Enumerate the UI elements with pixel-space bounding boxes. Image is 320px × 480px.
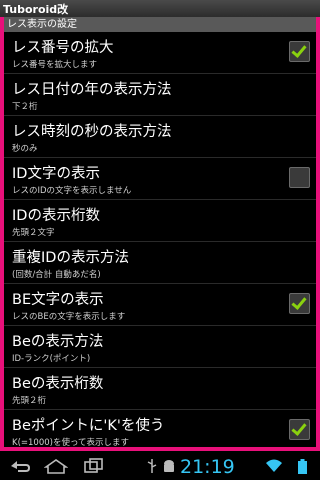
setting-title: レス時刻の秒の表示方法 — [12, 124, 172, 140]
setting-summary: (回数/合計 自動あだ名) — [12, 270, 101, 280]
recent-apps-icon[interactable] — [82, 458, 106, 474]
setting-title: Beの表示方法 — [12, 334, 104, 350]
setting-title: Beポイントに'K'を使う — [12, 418, 165, 434]
setting-title: BE文字の表示 — [12, 292, 104, 308]
setting-summary: 先頭２桁 — [12, 396, 47, 406]
setting-summary: レスのIDの文字を表示しません — [12, 186, 132, 196]
setting-summary: 下２桁 — [12, 102, 38, 112]
setting-row[interactable]: レス日付の年の表示方法 下２桁 — [4, 74, 316, 116]
app-title-bar: Tuboroid改 — [0, 0, 320, 18]
setting-row[interactable]: 重複IDの表示方法 (回数/合計 自動あだ名) — [4, 242, 316, 284]
setting-row[interactable]: BE文字の表示 レスのBEの文字を表示します — [4, 284, 316, 326]
setting-title: レス日付の年の表示方法 — [12, 82, 172, 98]
setting-title: レス番号の拡大 — [12, 40, 114, 56]
setting-summary: ID-ランク(ポイント) — [12, 354, 91, 364]
section-header: レス表示の設定 — [4, 17, 316, 32]
wifi-icon — [266, 459, 282, 472]
home-icon[interactable] — [44, 458, 68, 474]
setting-row[interactable]: IDの表示桁数 先頭２文字 — [4, 200, 316, 242]
setting-row[interactable]: レス時刻の秒の表示方法 秒のみ — [4, 116, 316, 158]
checkbox[interactable] — [289, 293, 310, 314]
system-nav-bar: 21:19 — [0, 452, 320, 480]
settings-list: レス番号の拡大 レス番号を拡大します レス日付の年の表示方法 下２桁 レス時刻の… — [4, 32, 316, 448]
setting-row[interactable]: Beの表示桁数 先頭２桁 — [4, 368, 316, 410]
usb-icon — [147, 459, 157, 473]
android-debug-icon — [164, 460, 174, 472]
setting-summary: レス番号を拡大します — [12, 60, 98, 70]
setting-title: IDの表示桁数 — [12, 208, 100, 224]
clock: 21:19 — [180, 456, 235, 478]
setting-summary: 先頭２文字 — [12, 228, 55, 238]
setting-title: Beの表示桁数 — [12, 376, 104, 392]
setting-row[interactable]: レス番号の拡大 レス番号を拡大します — [4, 32, 316, 74]
back-icon[interactable] — [8, 458, 32, 474]
battery-icon — [298, 459, 307, 474]
app-title: Tuboroid改 — [3, 3, 69, 16]
setting-row[interactable]: Beポイントに'K'を使う K(=1000)を使って表示します — [4, 410, 316, 448]
setting-title: ID文字の表示 — [12, 166, 100, 182]
setting-row[interactable]: Beの表示方法 ID-ランク(ポイント) — [4, 326, 316, 368]
checkbox[interactable] — [289, 419, 310, 440]
setting-row[interactable]: ID文字の表示 レスのIDの文字を表示しません — [4, 158, 316, 200]
setting-summary: 秒のみ — [12, 144, 38, 154]
checkbox[interactable] — [289, 41, 310, 62]
settings-frame: レス表示の設定 レス番号の拡大 レス番号を拡大します レス日付の年の表示方法 下… — [0, 17, 320, 451]
checkbox[interactable] — [289, 167, 310, 188]
setting-title: 重複IDの表示方法 — [12, 250, 129, 266]
setting-summary: レスのBEの文字を表示します — [12, 312, 126, 322]
setting-summary: K(=1000)を使って表示します — [12, 438, 130, 448]
